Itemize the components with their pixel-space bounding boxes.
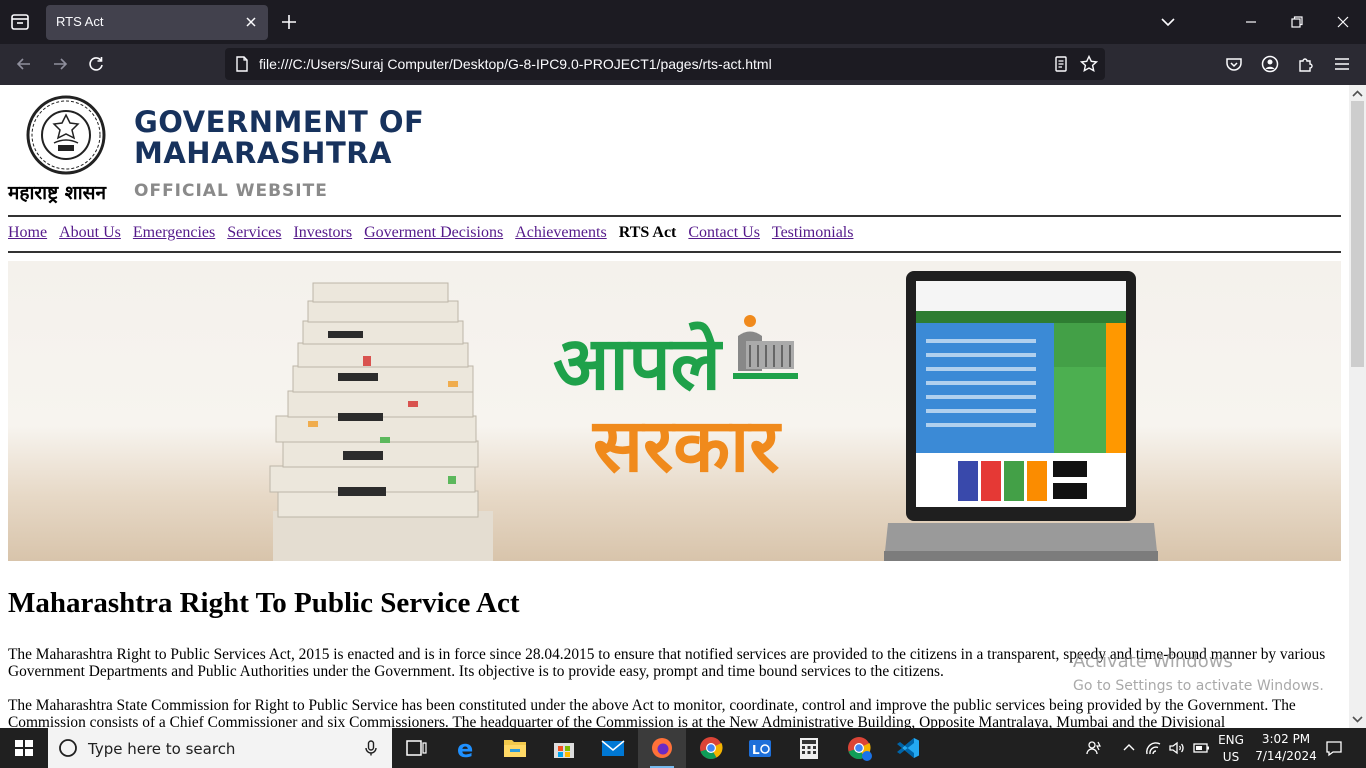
- chrome-profile-icon[interactable]: [835, 728, 883, 768]
- nav-about-us[interactable]: About Us: [59, 224, 121, 246]
- address-bar[interactable]: file:///C:/Users/Suraj Computer/Desktop/…: [225, 48, 1105, 80]
- restore-icon[interactable]: [1287, 12, 1307, 32]
- tab-title: RTS Act: [56, 14, 104, 29]
- chrome-icon[interactable]: [687, 728, 735, 768]
- lan-messenger-icon[interactable]: L: [736, 728, 784, 768]
- reload-icon[interactable]: [86, 54, 106, 74]
- nav-services[interactable]: Services: [227, 224, 281, 246]
- extensions-icon[interactable]: [1296, 54, 1316, 74]
- browser-tab-bar: RTS Act: [0, 0, 1366, 44]
- site-header: महाराष्ट्र शासन GOVERNMENT OF MAHARASHTR…: [8, 93, 568, 208]
- emblem-seal-icon: [26, 95, 106, 175]
- minimize-icon[interactable]: [1241, 12, 1261, 32]
- pocket-icon[interactable]: [1224, 54, 1244, 74]
- firefox-view-icon[interactable]: [8, 10, 32, 34]
- mail-icon[interactable]: [589, 728, 637, 768]
- scroll-up-arrow-icon[interactable]: [1351, 87, 1364, 101]
- calculator-icon[interactable]: [785, 728, 833, 768]
- reader-view-icon[interactable]: [1051, 54, 1071, 74]
- main-navigation: Home About Us Emergencies Services Inves…: [8, 224, 853, 246]
- search-placeholder: Type here to search: [88, 740, 236, 758]
- nav-home[interactable]: Home: [8, 224, 47, 246]
- vertical-scrollbar[interactable]: [1349, 85, 1366, 728]
- site-subtitle: OFFICIAL WEBSITE: [134, 181, 328, 201]
- svg-text:L: L: [752, 743, 760, 757]
- url-text[interactable]: file:///C:/Users/Suraj Computer/Desktop/…: [259, 56, 772, 72]
- chevron-up-icon[interactable]: [1119, 738, 1139, 758]
- clock-date: 7/14/2024: [1255, 749, 1317, 763]
- new-tab-icon[interactable]: [278, 11, 300, 33]
- close-tab-icon[interactable]: [242, 13, 260, 31]
- scroll-thumb[interactable]: [1351, 101, 1364, 367]
- activate-windows-watermark: Activate Windows Go to Settings to activ…: [1073, 651, 1324, 694]
- close-window-icon[interactable]: [1333, 12, 1353, 32]
- battery-icon[interactable]: [1191, 738, 1211, 758]
- bookmark-star-icon[interactable]: [1079, 54, 1099, 74]
- firefox-icon[interactable]: [638, 728, 686, 768]
- file-stack-illustration: [269, 282, 493, 561]
- language-code: ENG: [1218, 733, 1244, 747]
- forward-arrow-icon[interactable]: [50, 54, 70, 74]
- page-heading: Maharashtra Right To Public Service Act: [8, 587, 520, 619]
- page-icon: [236, 56, 248, 72]
- site-title: GOVERNMENT OF MAHARASHTRA: [134, 107, 424, 169]
- clock[interactable]: 3:02 PM 7/14/2024: [1254, 732, 1318, 763]
- laptop-illustration: [884, 271, 1158, 561]
- aaple-sarkar-banner: आपले सरकार: [8, 261, 1341, 561]
- search-circle-icon: [59, 739, 77, 757]
- divider-bottom: [8, 251, 1341, 253]
- aaple-sarkar-logo: आपले सरकार: [553, 315, 798, 489]
- volume-icon[interactable]: [1167, 738, 1187, 758]
- site-title-line2: MAHARASHTRA: [134, 136, 393, 170]
- svg-text:e: e: [457, 735, 473, 763]
- back-arrow-icon[interactable]: [14, 54, 34, 74]
- task-view-icon[interactable]: [392, 728, 440, 768]
- paragraph-commission: The Maharashtra State Commission for Rig…: [8, 697, 1296, 728]
- language-indicator[interactable]: ENG US: [1214, 733, 1248, 764]
- chevron-down-icon[interactable]: [1158, 13, 1178, 31]
- emblem-caption: महाराष्ट्र शासन: [8, 182, 107, 204]
- browser-toolbar: file:///C:/Users/Suraj Computer/Desktop/…: [0, 44, 1366, 85]
- nav-investors[interactable]: Investors: [293, 224, 352, 246]
- logo-line1: आपले: [553, 321, 724, 407]
- scroll-down-arrow-icon[interactable]: [1351, 712, 1364, 726]
- taskbar-search-box[interactable]: Type here to search: [48, 728, 392, 768]
- vscode-icon[interactable]: [884, 728, 932, 768]
- edge-icon[interactable]: e: [442, 728, 490, 768]
- page-viewport: महाराष्ट्र शासन GOVERNMENT OF MAHARASHTR…: [0, 85, 1349, 728]
- nav-goverment-decisions[interactable]: Goverment Decisions: [364, 224, 503, 246]
- maharashtra-emblem-logo[interactable]: महाराष्ट्र शासन: [8, 93, 124, 204]
- nav-achievements[interactable]: Achievements: [515, 224, 607, 246]
- divider-top: [8, 215, 1341, 217]
- banner-illustration: आपले सरकार: [269, 271, 1158, 561]
- browser-tab-active[interactable]: RTS Act: [46, 5, 268, 40]
- nav-emergencies[interactable]: Emergencies: [133, 224, 215, 246]
- wifi-icon[interactable]: [1144, 738, 1164, 758]
- watermark-subtitle: Go to Settings to activate Windows.: [1073, 678, 1324, 694]
- people-icon[interactable]: [1084, 738, 1104, 758]
- nav-rts-act-current: RTS Act: [618, 224, 677, 241]
- logo-line2: सरकार: [591, 403, 782, 489]
- nav-contact-us[interactable]: Contact Us: [688, 224, 760, 246]
- windows-taskbar: Type here to search e L ENG US 3:02 PM 7…: [0, 728, 1366, 768]
- clock-time: 3:02 PM: [1261, 732, 1311, 746]
- watermark-title: Activate Windows: [1073, 651, 1233, 672]
- menu-hamburger-icon[interactable]: [1332, 54, 1352, 74]
- nav-testimonials[interactable]: Testimonials: [772, 224, 854, 246]
- account-icon[interactable]: [1260, 54, 1280, 74]
- microsoft-store-icon[interactable]: [540, 728, 588, 768]
- site-title-line1: GOVERNMENT OF: [134, 105, 425, 139]
- microphone-icon[interactable]: [362, 739, 380, 757]
- file-explorer-icon[interactable]: [491, 728, 539, 768]
- windows-start-icon[interactable]: [0, 728, 48, 768]
- keyboard-region: US: [1222, 750, 1240, 764]
- notification-icon[interactable]: [1324, 738, 1344, 758]
